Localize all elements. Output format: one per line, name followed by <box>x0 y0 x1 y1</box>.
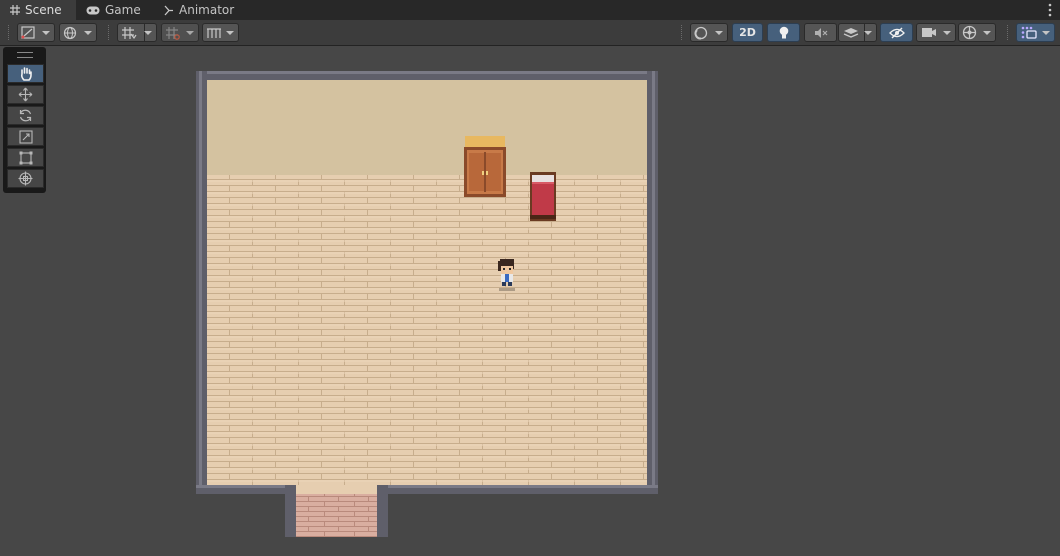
grid-visibility-dropdown[interactable] <box>202 23 239 42</box>
chevron-down-icon <box>144 31 152 35</box>
hand-tool[interactable] <box>7 64 44 83</box>
scene-visibility-toggle[interactable] <box>880 23 913 42</box>
effects-layers-icon <box>843 28 859 38</box>
chevron-down-icon <box>943 31 951 35</box>
toolbar-grip <box>681 25 684 40</box>
chevron-down-icon <box>1042 31 1050 35</box>
bed-sprite[interactable] <box>530 172 556 221</box>
increment-snap-icon <box>166 26 180 40</box>
draw-mode-dropdown[interactable] <box>17 23 55 42</box>
grid-snapping-dropdown[interactable] <box>117 23 157 42</box>
move-tool[interactable] <box>7 85 44 104</box>
toolbar-grip <box>1007 25 1010 40</box>
doorway-floor <box>296 494 377 537</box>
gizmos-globe-icon <box>962 25 977 40</box>
lightbulb-icon <box>779 26 788 38</box>
hand-icon <box>20 67 32 81</box>
ruler-grid-icon <box>207 27 221 38</box>
transform-tool[interactable] <box>7 169 44 188</box>
overlays-dropdown[interactable] <box>1016 23 1055 42</box>
move-icon <box>18 87 33 102</box>
2d-mode-label: 2D <box>739 26 756 39</box>
chevron-down-icon <box>715 31 723 35</box>
scale-icon <box>18 129 33 144</box>
grid-icon <box>10 5 20 15</box>
wardrobe-sprite[interactable] <box>464 136 506 197</box>
more-options-icon[interactable] <box>1048 3 1052 17</box>
upper-wall <box>207 80 647 175</box>
chevron-down-icon <box>84 31 92 35</box>
tab-game-label: Game <box>105 3 141 17</box>
eye-hidden-icon <box>888 27 905 38</box>
toolbar-grip <box>108 25 111 40</box>
overlays-icon <box>1021 26 1037 39</box>
camera-icon <box>922 28 936 37</box>
shading-mode-dropdown[interactable] <box>690 23 728 42</box>
chevron-down-icon <box>226 31 234 35</box>
scene-view-room[interactable] <box>196 71 658 537</box>
gamepad-icon <box>86 6 100 14</box>
gizmos-dropdown[interactable] <box>958 23 996 42</box>
scene-camera-dropdown[interactable] <box>916 23 956 42</box>
tab-game[interactable]: Game <box>84 0 154 20</box>
overlay-drag-handle[interactable] <box>17 52 33 58</box>
chevron-down-icon <box>864 31 872 35</box>
tab-animator[interactable]: Animator <box>162 0 242 20</box>
globe-icon <box>63 26 77 39</box>
global-local-dropdown[interactable] <box>59 23 97 42</box>
transform-icon <box>18 171 33 186</box>
tab-animator-label: Animator <box>179 3 235 17</box>
rect-icon <box>19 151 32 164</box>
chevron-down-icon <box>42 31 50 35</box>
chevron-down-icon <box>186 31 194 35</box>
bottom-wall <box>196 485 658 537</box>
2d-mode-toggle[interactable]: 2D <box>732 23 763 42</box>
tab-scene-label: Scene <box>25 3 62 17</box>
toolbar-grip <box>8 25 11 40</box>
increment-snap-dropdown[interactable] <box>161 23 199 42</box>
audio-toggle[interactable] <box>804 23 837 42</box>
window-tab-bar: Scene Game Animator <box>0 0 1060 20</box>
scale-tool[interactable] <box>7 127 44 146</box>
chevron-down-icon <box>983 31 991 35</box>
rect-tool[interactable] <box>7 148 44 167</box>
tab-scene[interactable]: Scene <box>0 0 76 20</box>
lighting-toggle[interactable] <box>767 23 800 42</box>
wooden-floor <box>207 175 647 485</box>
shading-sphere-icon <box>694 26 708 39</box>
rotate-tool[interactable] <box>7 106 44 125</box>
rotate-icon <box>19 109 32 122</box>
audio-muted-icon <box>814 27 827 38</box>
tools-overlay <box>3 47 46 193</box>
animator-icon <box>164 5 173 15</box>
effects-dropdown[interactable] <box>838 23 877 42</box>
scene-toolbar: 2D <box>0 20 1060 46</box>
grid-snap-icon <box>122 26 137 39</box>
shaded-draw-mode-icon <box>21 26 35 39</box>
